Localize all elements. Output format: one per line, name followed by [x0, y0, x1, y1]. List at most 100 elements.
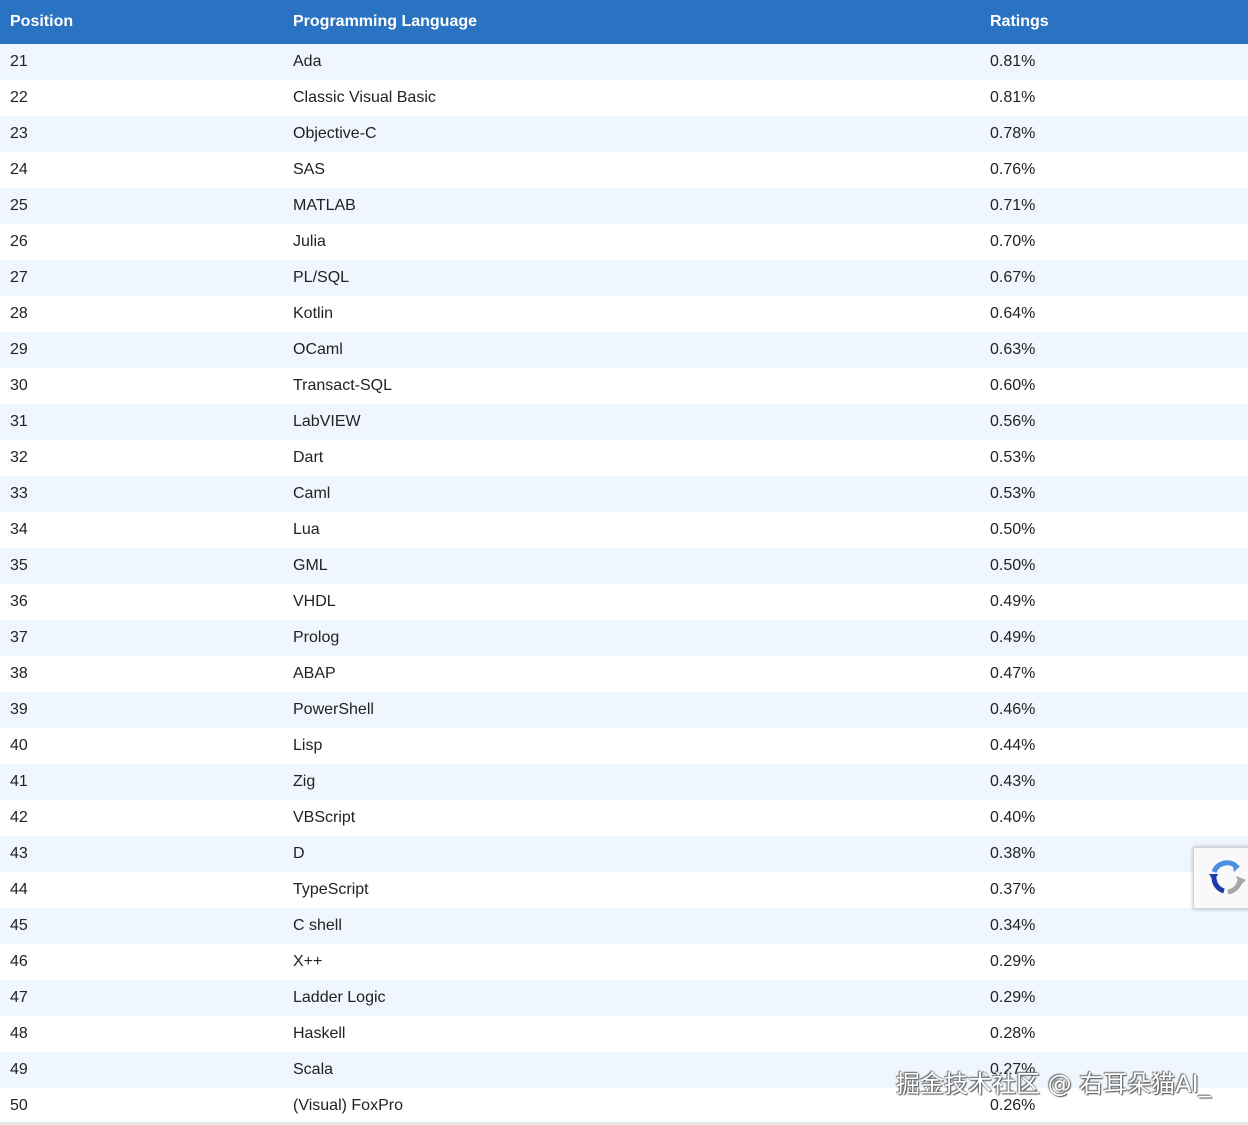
position-cell: 22 [10, 89, 28, 106]
header-programming-language: Programming Language [293, 13, 478, 30]
rating-cell: 0.81% [990, 53, 1036, 70]
language-cell: Lisp [293, 737, 323, 754]
rating-cell: 0.29% [990, 953, 1036, 970]
table-row: 26 Julia 0.70% [0, 224, 1248, 260]
position-cell: 23 [10, 125, 28, 142]
position-cell: 32 [10, 449, 28, 466]
position-cell: 31 [10, 413, 28, 430]
position-cell: 42 [10, 809, 28, 826]
position-cell: 37 [10, 629, 28, 646]
rating-cell: 0.46% [990, 701, 1036, 718]
table-row: 41 Zig 0.43% [0, 764, 1248, 800]
position-cell: 43 [10, 845, 28, 862]
table-row: 24 SAS 0.76% [0, 152, 1248, 188]
language-cell: Transact-SQL [293, 377, 392, 394]
recaptcha-icon [1209, 860, 1246, 895]
header-position: Position [10, 13, 74, 30]
language-cell: LabVIEW [293, 413, 361, 430]
rating-cell: 0.50% [990, 521, 1036, 538]
table-row: 29 OCaml 0.63% [0, 332, 1248, 368]
table-header-row: Position Programming Language Ratings [0, 0, 1248, 44]
language-cell: Caml [293, 485, 331, 502]
position-cell: 40 [10, 737, 28, 754]
language-cell: PL/SQL [293, 269, 350, 286]
rating-cell: 0.49% [990, 629, 1036, 646]
recaptcha-badge[interactable] [1193, 847, 1248, 909]
table-row: 39 PowerShell 0.46% [0, 692, 1248, 728]
language-cell: SAS [293, 161, 326, 178]
table-row: 31 LabVIEW 0.56% [0, 404, 1248, 440]
rating-cell: 0.53% [990, 449, 1036, 466]
language-cell: (Visual) FoxPro [293, 1097, 403, 1114]
table-row: 38 ABAP 0.47% [0, 656, 1248, 692]
rating-cell: 0.27% [990, 1061, 1036, 1078]
language-cell: Julia [293, 233, 326, 250]
rating-cell: 0.70% [990, 233, 1036, 250]
position-cell: 44 [10, 881, 28, 898]
position-cell: 38 [10, 665, 28, 682]
table-row: 44 TypeScript 0.37% [0, 872, 1248, 908]
position-cell: 49 [10, 1061, 28, 1078]
language-cell: Dart [293, 449, 324, 466]
position-cell: 26 [10, 233, 28, 250]
table-body: 21 Ada 0.81% 22 Classic Visual Basic 0.81% 23 O… [0, 44, 1248, 1124]
position-cell: 33 [10, 485, 28, 502]
position-cell: 41 [10, 773, 28, 790]
table-row: 28 Kotlin 0.64% [0, 296, 1248, 332]
language-cell: Objective-C [293, 125, 377, 142]
table-row: 27 PL/SQL 0.67% [0, 260, 1248, 296]
table-row: 30 Transact-SQL 0.60% [0, 368, 1248, 404]
language-cell: TypeScript [293, 881, 369, 898]
table-row: 25 MATLAB 0.71% [0, 188, 1248, 224]
rating-cell: 0.60% [990, 377, 1036, 394]
ratings-table: Position Programming Language Ratings 21… [0, 0, 1248, 1124]
position-cell: 48 [10, 1025, 28, 1042]
rating-cell: 0.50% [990, 557, 1036, 574]
position-cell: 46 [10, 953, 28, 970]
rating-cell: 0.28% [990, 1025, 1036, 1042]
position-cell: 36 [10, 593, 28, 610]
rating-cell: 0.49% [990, 593, 1036, 610]
position-cell: 39 [10, 701, 28, 718]
table-row: 33 Caml 0.53% [0, 476, 1248, 512]
language-cell: Haskell [293, 1025, 346, 1042]
table-row: 48 Haskell 0.28% [0, 1016, 1248, 1052]
language-cell: Kotlin [293, 305, 334, 322]
table-row: 40 Lisp 0.44% [0, 728, 1248, 764]
position-cell: 27 [10, 269, 28, 286]
position-cell: 25 [10, 197, 28, 214]
table-row: 46 X++ 0.29% [0, 944, 1248, 980]
rating-cell: 0.81% [990, 89, 1036, 106]
table-row: 37 Prolog 0.49% [0, 620, 1248, 656]
table-row: 45 C shell 0.34% [0, 908, 1248, 944]
rating-cell: 0.56% [990, 413, 1036, 430]
language-cell: Prolog [293, 629, 340, 646]
table-row: 42 VBScript 0.40% [0, 800, 1248, 836]
language-cell: Classic Visual Basic [293, 89, 436, 106]
position-cell: 29 [10, 341, 28, 358]
header-ratings: Ratings [990, 13, 1049, 30]
table-row: 21 Ada 0.81% [0, 44, 1248, 80]
table-header: Position Programming Language Ratings [0, 0, 1248, 44]
rating-cell: 0.44% [990, 737, 1036, 754]
table-row: 36 VHDL 0.49% [0, 584, 1248, 620]
position-cell: 50 [10, 1097, 28, 1114]
position-cell: 47 [10, 989, 28, 1006]
rating-cell: 0.43% [990, 773, 1036, 790]
rating-cell: 0.29% [990, 989, 1036, 1006]
position-cell: 21 [10, 53, 28, 70]
language-cell: Ladder Logic [293, 989, 386, 1006]
language-cell: VBScript [293, 809, 356, 826]
rating-cell: 0.40% [990, 809, 1036, 826]
table-row: 50 (Visual) FoxPro 0.26% [0, 1088, 1248, 1124]
table-row: 49 Scala 0.27% [0, 1052, 1248, 1088]
language-cell: GML [293, 557, 328, 574]
table-row: 23 Objective-C 0.78% [0, 116, 1248, 152]
position-cell: 34 [10, 521, 28, 538]
rating-cell: 0.63% [990, 341, 1036, 358]
language-cell: X++ [293, 953, 323, 970]
position-cell: 35 [10, 557, 28, 574]
language-cell: Zig [293, 773, 316, 790]
rating-cell: 0.78% [990, 125, 1036, 142]
ratings-table-container: Position Programming Language Ratings 21… [0, 0, 1248, 1125]
